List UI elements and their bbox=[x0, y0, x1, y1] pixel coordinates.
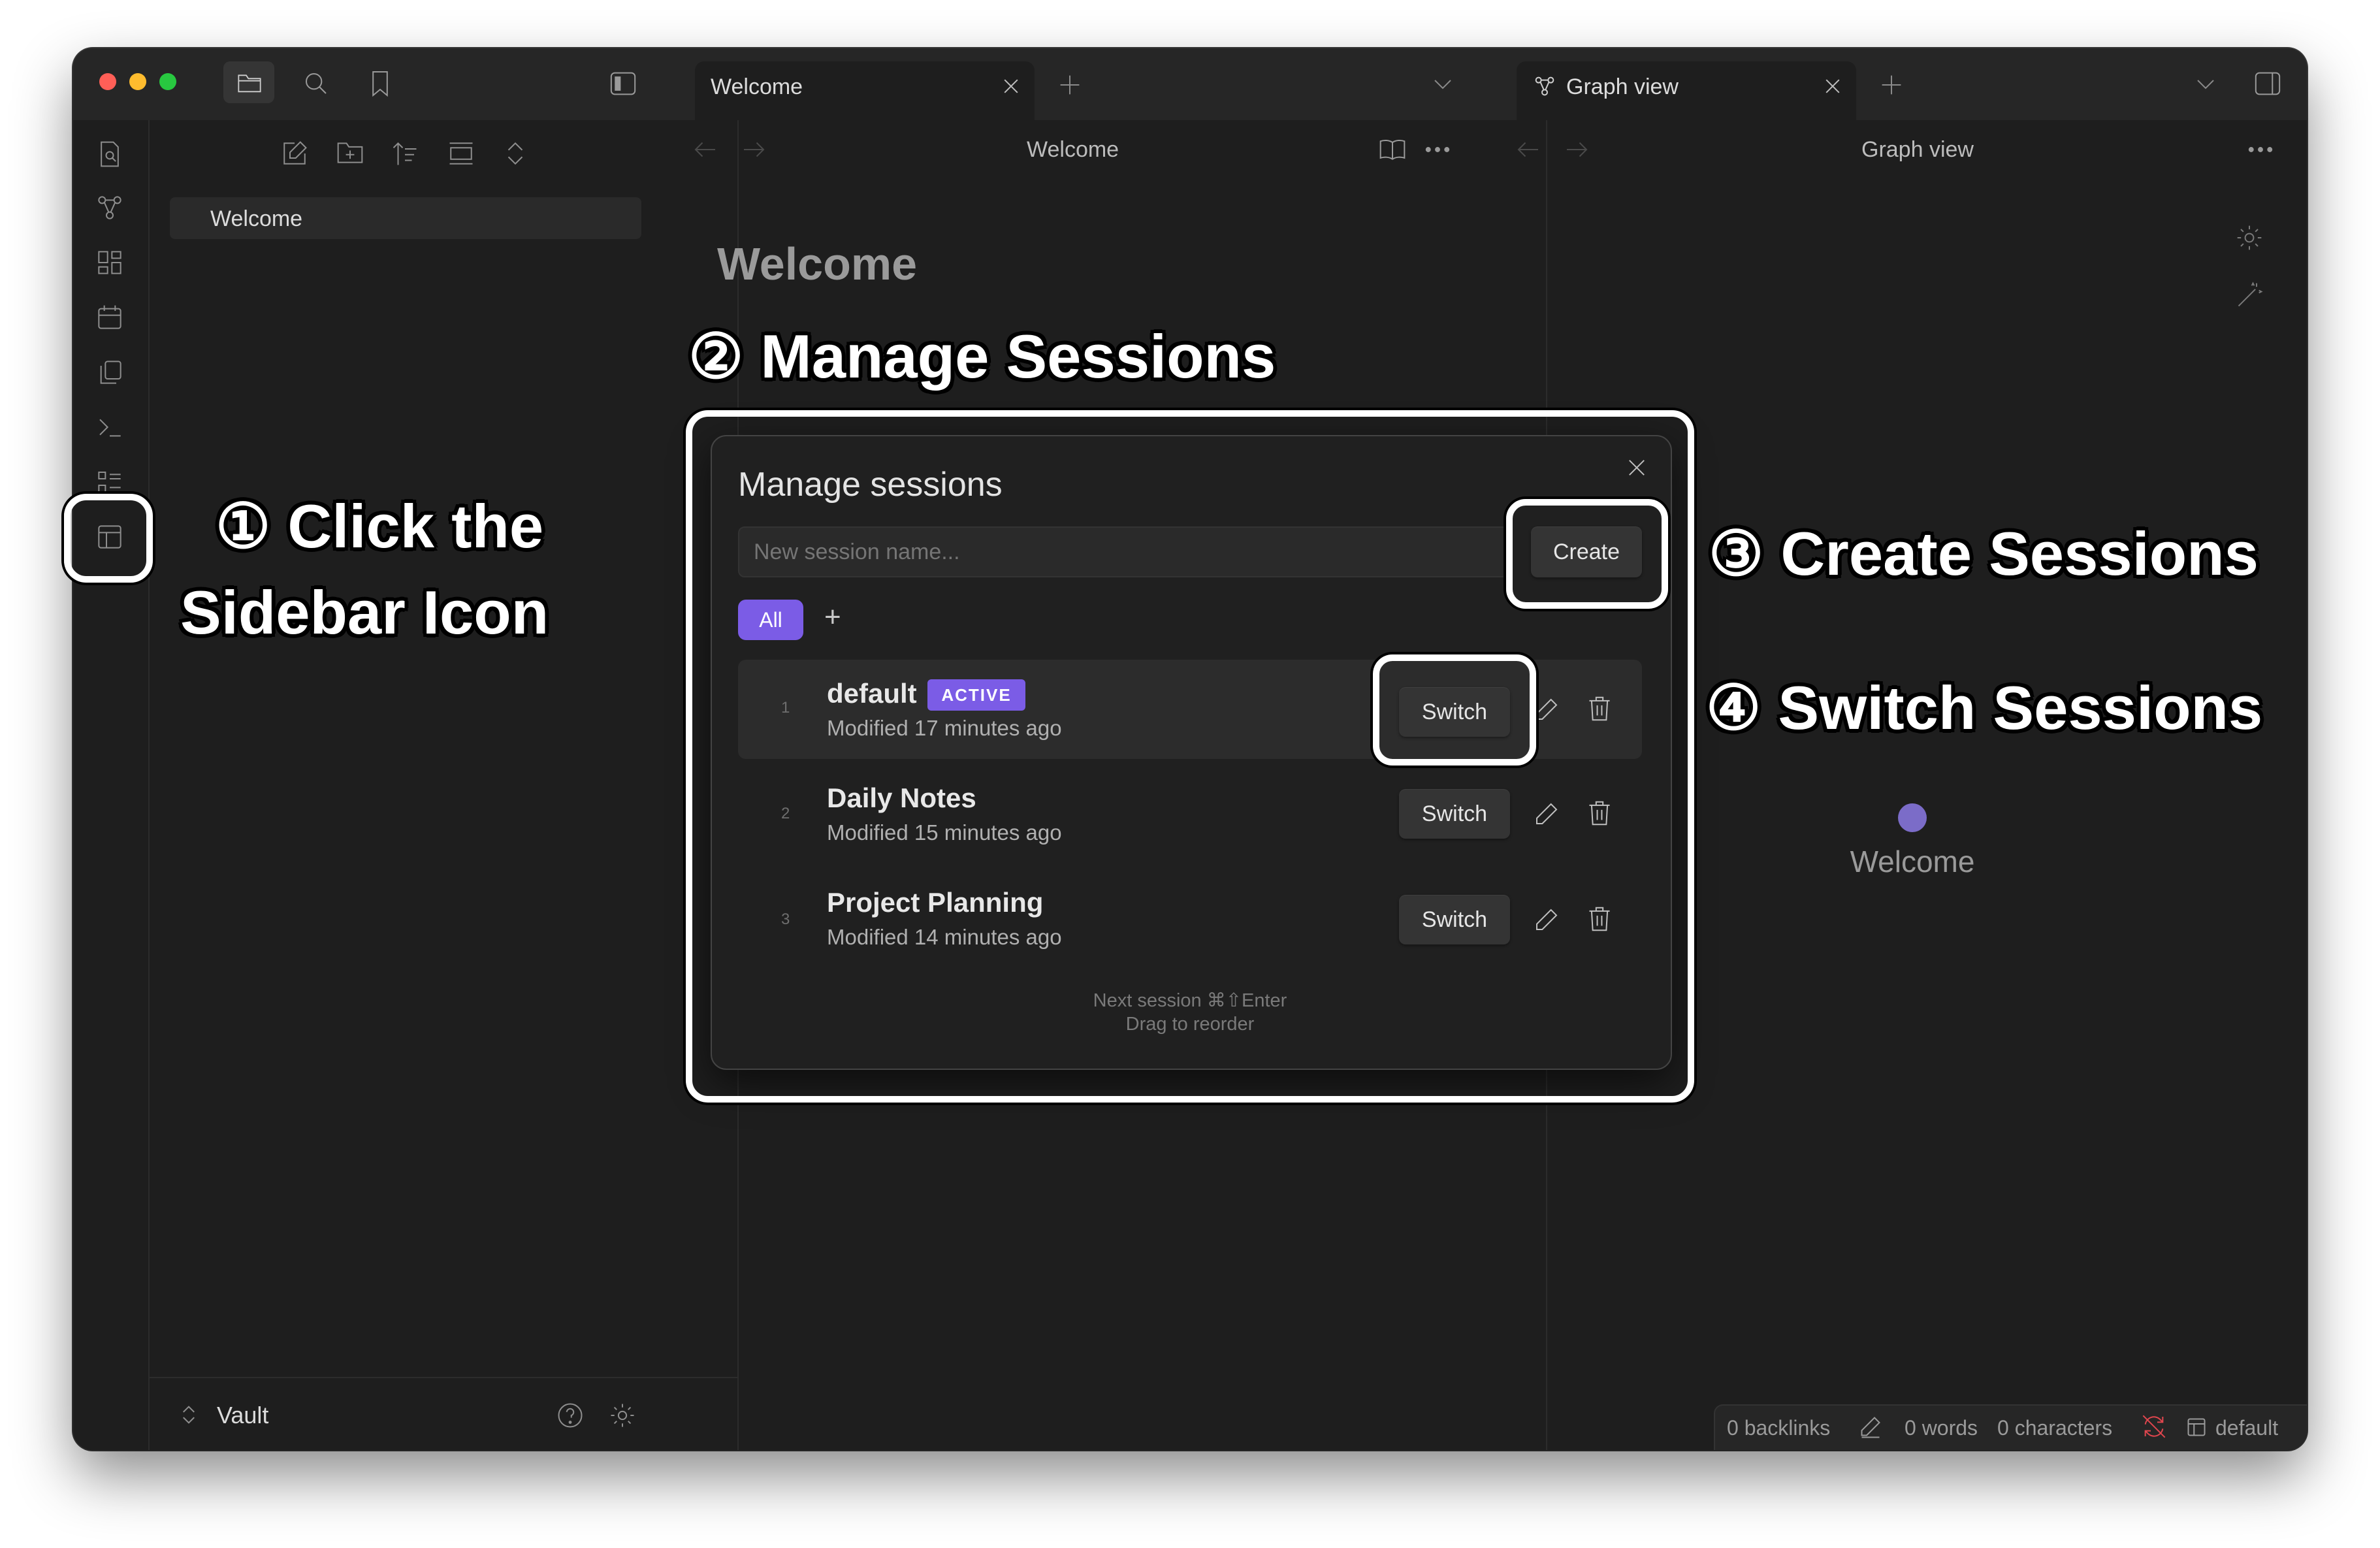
more-options-icon[interactable] bbox=[1425, 146, 1450, 153]
zoom-window-button[interactable] bbox=[159, 73, 176, 90]
minimize-window-button[interactable] bbox=[129, 73, 146, 90]
forward-arrow-icon[interactable] bbox=[742, 140, 765, 159]
collapse-all-icon[interactable] bbox=[506, 140, 525, 167]
switch-button-highlight bbox=[1373, 654, 1536, 766]
toggle-left-sidebar-icon[interactable] bbox=[609, 71, 637, 97]
edit-mode-icon[interactable] bbox=[1859, 1415, 1882, 1438]
forward-arrow-icon[interactable] bbox=[1565, 140, 1588, 159]
vault-name[interactable]: Vault bbox=[217, 1402, 268, 1429]
toggle-right-sidebar-icon[interactable] bbox=[2253, 71, 2282, 97]
sort-icon[interactable] bbox=[391, 140, 419, 167]
current-session-name[interactable]: default bbox=[2215, 1416, 2278, 1440]
copy-icon[interactable] bbox=[97, 359, 123, 385]
editor-header-title: Welcome bbox=[1027, 137, 1119, 162]
new-folder-icon[interactable] bbox=[336, 140, 364, 166]
graph-node-label: Welcome bbox=[1850, 845, 1975, 879]
document-title: Welcome bbox=[717, 238, 918, 289]
bookmark-icon[interactable] bbox=[368, 69, 392, 98]
folder-icon bbox=[236, 72, 263, 94]
tab-graph-view-label: Graph view bbox=[1566, 74, 1679, 99]
backlinks-count[interactable]: 0 backlinks bbox=[1727, 1416, 1830, 1440]
file-explorer bbox=[150, 120, 739, 1450]
more-options-icon[interactable] bbox=[2248, 146, 2273, 153]
graph-header-title: Graph view bbox=[1861, 137, 1974, 162]
back-arrow-icon[interactable] bbox=[694, 140, 717, 159]
new-tab-icon[interactable] bbox=[1880, 73, 1903, 97]
settings-icon[interactable] bbox=[609, 1402, 636, 1429]
list-icon[interactable] bbox=[97, 469, 123, 495]
sidebar-icon-highlight bbox=[64, 494, 153, 583]
file-item-label: Welcome bbox=[210, 206, 303, 231]
graph-icon bbox=[1534, 76, 1556, 97]
search-icon[interactable] bbox=[303, 71, 329, 97]
word-count: 0 words bbox=[1905, 1416, 1978, 1440]
session-layout-icon[interactable] bbox=[2187, 1417, 2206, 1437]
character-count: 0 characters bbox=[1997, 1416, 2113, 1440]
close-window-button[interactable] bbox=[99, 73, 116, 90]
chevron-down-icon[interactable] bbox=[2196, 77, 2215, 91]
graph-node[interactable] bbox=[1898, 803, 1927, 832]
step1-annotation: ① Click the bbox=[216, 492, 544, 560]
sync-off-icon[interactable] bbox=[2141, 1413, 2167, 1440]
tab-welcome-label: Welcome bbox=[711, 74, 803, 99]
close-tab-icon[interactable] bbox=[1002, 77, 1020, 95]
step1-annotation: Sidebar Icon bbox=[180, 578, 549, 647]
chevron-down-icon[interactable] bbox=[1433, 77, 1453, 91]
vault-switcher-icon[interactable] bbox=[182, 1403, 196, 1427]
title-bar bbox=[73, 48, 2307, 120]
back-arrow-icon[interactable] bbox=[1517, 140, 1540, 159]
step3-annotation: ③ Create Sessions bbox=[1709, 519, 2259, 588]
step2-annotation: ② Manage Sessions bbox=[688, 322, 1276, 391]
quick-switcher-icon[interactable] bbox=[97, 140, 123, 169]
new-tab-icon[interactable] bbox=[1058, 73, 1082, 97]
reading-view-icon[interactable] bbox=[1378, 137, 1407, 162]
auto-reveal-icon[interactable] bbox=[447, 140, 475, 167]
graph-view-icon[interactable] bbox=[97, 195, 123, 221]
animate-wand-icon[interactable] bbox=[2235, 281, 2264, 310]
vault-footer bbox=[150, 1377, 737, 1378]
help-icon[interactable] bbox=[556, 1402, 584, 1429]
calendar-icon[interactable] bbox=[97, 304, 123, 331]
close-tab-icon[interactable] bbox=[1824, 77, 1842, 95]
new-note-icon[interactable] bbox=[281, 140, 308, 167]
create-button-highlight bbox=[1506, 499, 1668, 609]
terminal-icon[interactable] bbox=[97, 414, 123, 440]
graph-settings-icon[interactable] bbox=[2235, 223, 2264, 252]
step4-annotation: ④ Switch Sessions bbox=[1706, 673, 2263, 742]
canvas-icon[interactable] bbox=[97, 250, 123, 276]
